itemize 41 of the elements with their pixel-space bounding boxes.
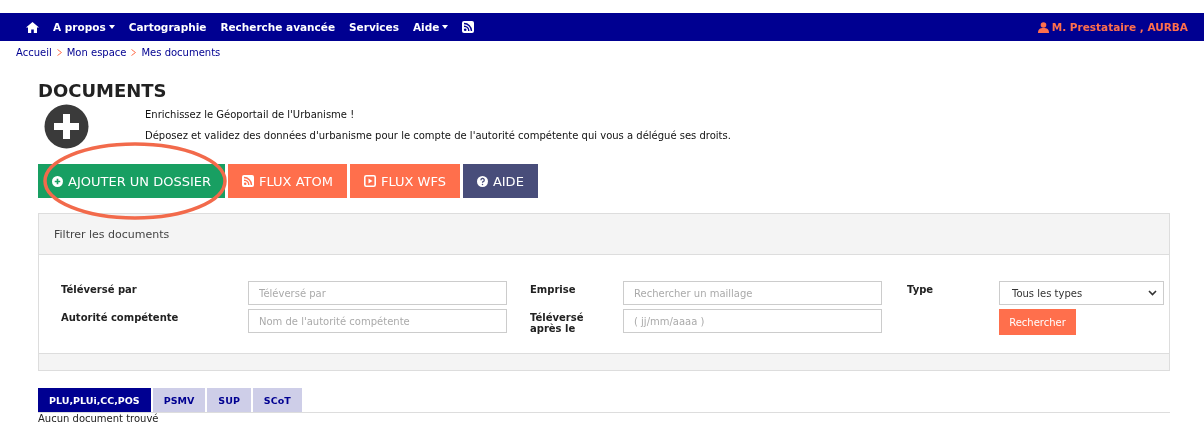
field-label: Emprise [530, 283, 577, 295]
caret-icon [442, 25, 449, 29]
breadcrumb-link[interactable]: Accueil [16, 47, 52, 58]
tab[interactable]: SUP [207, 388, 251, 412]
text-field[interactable]: Nom de l'autorité compétente [248, 309, 507, 333]
field-label: Téléversé par [61, 283, 138, 295]
nav-link[interactable]: Cartographie [128, 21, 207, 33]
home-icon[interactable] [26, 21, 39, 33]
breadcrumb-link[interactable]: Mon espace [66, 47, 127, 58]
empty-message: Aucun document trouvé [38, 413, 160, 424]
breadcrumb-link[interactable]: Mes documents [141, 47, 221, 58]
field-label: Type [907, 283, 935, 295]
nav-menu[interactable]: Aide [412, 21, 449, 33]
page-title: DOCUMENTS [38, 80, 168, 101]
chevron-right-icon [131, 49, 137, 56]
text-field[interactable]: Rechercher un maillage [623, 281, 882, 305]
panel-title: Filtrer les documents [54, 227, 170, 241]
help-icon [476, 175, 488, 187]
caret-icon [108, 25, 115, 29]
field-label: Téléversé après le [530, 311, 585, 334]
nav-link[interactable]: Recherche avancée [220, 21, 335, 33]
type-select[interactable]: Tous les types [999, 281, 1164, 305]
play-icon [363, 175, 376, 187]
chevron-right-icon [56, 49, 62, 56]
tab[interactable]: PSMV [152, 388, 206, 412]
user-menu[interactable]: M. Prestataire , AURBA [1037, 21, 1188, 33]
nav-menu[interactable]: A propos [53, 21, 115, 33]
intro-text: Déposez et validez des données d'urbanisme pour le compte de l'autorité compétente qui vous a délégué ses droits. [145, 130, 731, 141]
tab[interactable]: SCoT [252, 388, 302, 412]
nav-link[interactable]: Services [349, 21, 399, 33]
text-field[interactable]: ( jj/mm/aaaa ) [623, 309, 882, 333]
chevron-down-icon [1148, 290, 1157, 296]
rss-icon [462, 21, 475, 33]
text-field[interactable]: Téléversé par [248, 281, 507, 305]
action-button[interactable]: AIDE [462, 164, 538, 198]
user-icon [1037, 21, 1049, 33]
field-label: Autorité compétente [61, 311, 180, 323]
tab[interactable]: PLU,PLUi,CC,POS [38, 388, 151, 412]
intro-text: Enrichissez le Géoportail de l'Urbanisme ! [145, 109, 356, 120]
rss-icon [242, 175, 254, 187]
plus-circle-icon [52, 175, 63, 187]
